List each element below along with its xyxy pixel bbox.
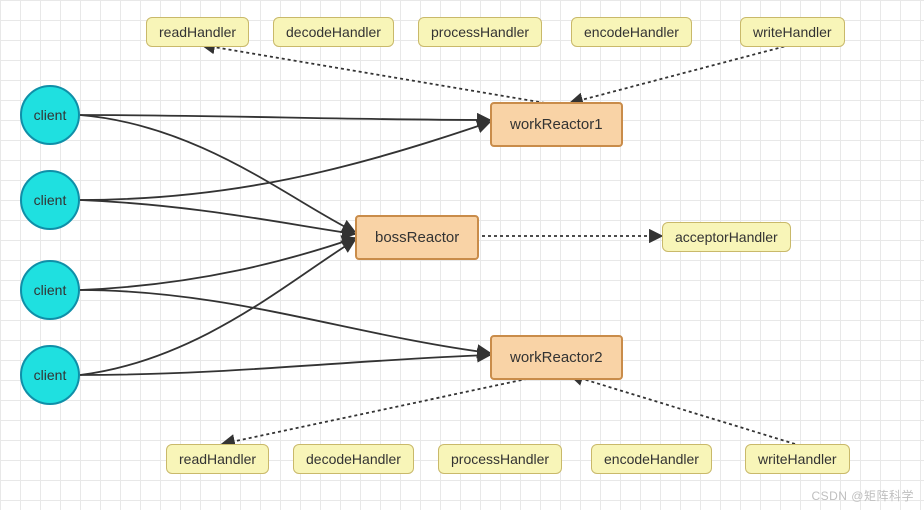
encode-handler-top: encodeHandler <box>571 17 692 47</box>
boss-reactor: bossReactor <box>355 215 479 260</box>
work-reactor-1: workReactor1 <box>490 102 623 147</box>
write-handler-top: writeHandler <box>740 17 845 47</box>
client-node: client <box>20 170 80 230</box>
process-handler-top: processHandler <box>418 17 542 47</box>
client-label: client <box>34 107 67 123</box>
decode-handler-bottom: decodeHandler <box>293 444 414 474</box>
read-handler-bottom: readHandler <box>166 444 269 474</box>
watermark: CSDN @矩阵科学 <box>811 487 914 504</box>
client-label: client <box>34 282 67 298</box>
decode-handler-top: decodeHandler <box>273 17 394 47</box>
client-label: client <box>34 367 67 383</box>
client-node: client <box>20 345 80 405</box>
client-label: client <box>34 192 67 208</box>
client-node: client <box>20 260 80 320</box>
write-handler-bottom: writeHandler <box>745 444 850 474</box>
read-handler-top: readHandler <box>146 17 249 47</box>
client-node: client <box>20 85 80 145</box>
process-handler-bottom: processHandler <box>438 444 562 474</box>
work-reactor-2: workReactor2 <box>490 335 623 380</box>
acceptor-handler: acceptorHandler <box>662 222 791 252</box>
encode-handler-bottom: encodeHandler <box>591 444 712 474</box>
